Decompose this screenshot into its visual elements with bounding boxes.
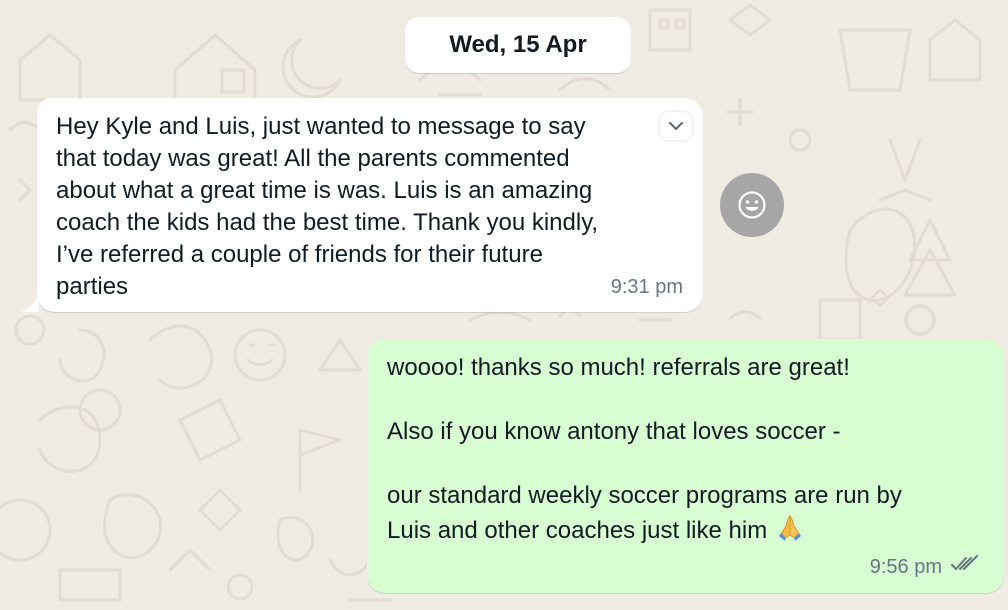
date-divider: Wed, 15 Apr [405,17,631,73]
smiley-icon [738,191,766,219]
chat-area[interactable]: Wed, 15 Apr Hey Kyle and Luis, just want… [0,0,1008,610]
outgoing-message[interactable]: woooo! thanks so much! referrals are gre… [367,339,1004,593]
chevron-down-icon [669,122,683,130]
date-divider-label: Wed, 15 Apr [449,31,587,58]
message-menu-button[interactable] [660,112,692,140]
folded-hands-icon [779,514,802,541]
incoming-message-meta: 9:31 pm [611,271,683,303]
outgoing-message-time: 9:56 pm [869,556,942,578]
react-button[interactable] [720,173,784,237]
bubble-tail [21,292,39,312]
incoming-message-time: 9:31 pm [610,276,683,298]
outgoing-message-meta: 9:56 pm [870,551,980,583]
double-check-icon [950,551,980,583]
outgoing-message-text: woooo! thanks so much! referrals are gre… [387,352,986,551]
incoming-message-text: Hey Kyle and Luis, just wanted to messag… [56,113,599,300]
outgoing-message-body: woooo! thanks so much! referrals are gre… [387,354,902,544]
pray-emoji [775,512,805,551]
incoming-message[interactable]: Hey Kyle and Luis, just wanted to messag… [21,98,703,312]
